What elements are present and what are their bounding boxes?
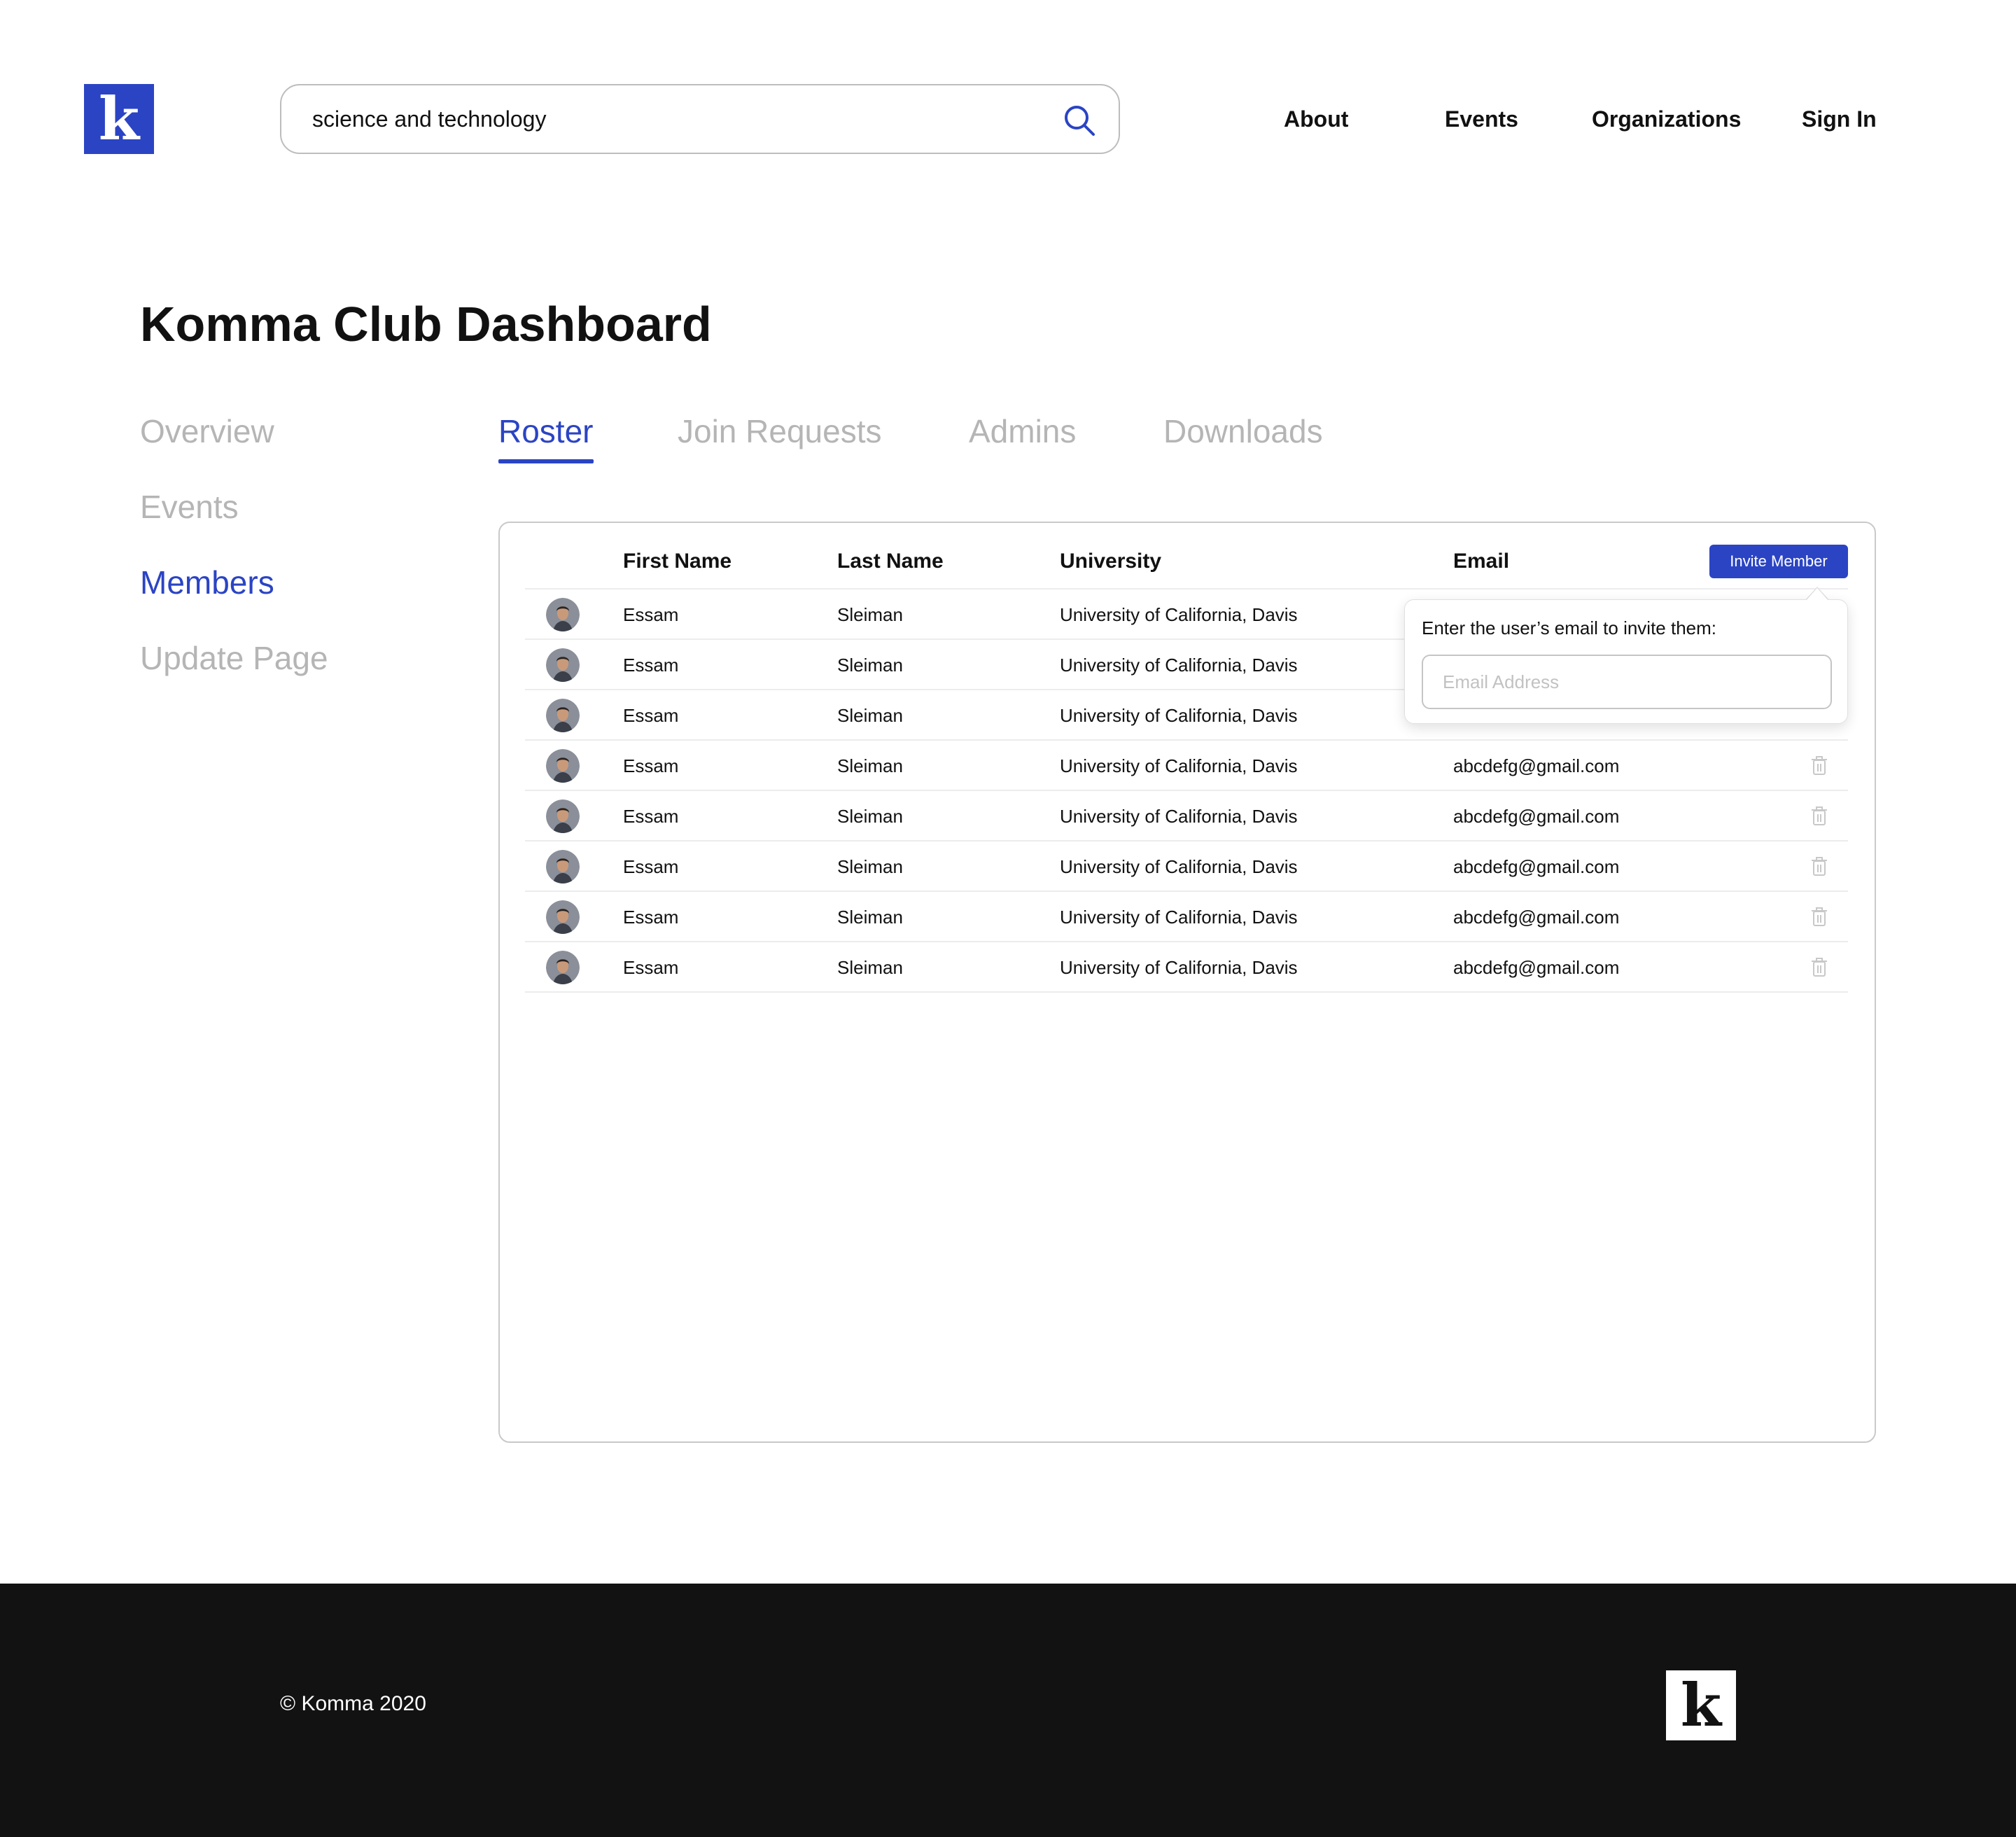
search-icon[interactable] — [1063, 104, 1096, 137]
first-name-cell: Essam — [623, 705, 679, 726]
last-name-cell: Sleiman — [837, 806, 903, 827]
university-cell: University of California, Davis — [1060, 655, 1298, 676]
university-cell: University of California, Davis — [1060, 755, 1298, 776]
nav-events[interactable]: Events — [1445, 105, 1518, 133]
first-name-cell: Essam — [623, 907, 679, 928]
avatar — [546, 951, 580, 984]
email-cell: abcdefg@gmail.com — [1453, 907, 1620, 928]
footer-logo[interactable]: k — [1666, 1670, 1736, 1740]
last-name-cell: Sleiman — [837, 755, 903, 776]
avatar — [546, 749, 580, 783]
row-divider — [525, 991, 1848, 993]
last-name-cell: Sleiman — [837, 655, 903, 676]
column-header-university[interactable]: University — [1060, 547, 1161, 575]
email-cell: abcdefg@gmail.com — [1453, 957, 1620, 978]
last-name-cell: Sleiman — [837, 907, 903, 928]
tab-admins[interactable]: Admins — [969, 410, 1076, 452]
first-name-cell: Essam — [623, 655, 679, 676]
invite-member-button[interactable]: Invite Member — [1709, 545, 1848, 578]
nav-organizations[interactable]: Organizations — [1592, 105, 1741, 133]
avatar — [546, 799, 580, 833]
first-name-cell: Essam — [623, 957, 679, 978]
page-title: Komma Club Dashboard — [140, 297, 712, 351]
first-name-cell: Essam — [623, 604, 679, 625]
popover-caret-fill — [1806, 588, 1828, 601]
column-header-last-name[interactable]: Last Name — [837, 547, 944, 575]
sidebar-item-overview[interactable]: Overview — [140, 410, 274, 452]
column-header-email[interactable]: Email — [1453, 547, 1509, 575]
email-cell: abcdefg@gmail.com — [1453, 856, 1620, 877]
trash-icon[interactable] — [1811, 907, 1828, 927]
last-name-cell: Sleiman — [837, 604, 903, 625]
table-row[interactable]: Essam Sleiman University of California, Da… — [0, 741, 2016, 791]
table-row[interactable]: Essam Sleiman University of California, Da… — [0, 942, 2016, 993]
last-name-cell: Sleiman — [837, 957, 903, 978]
tab-join-requests[interactable]: Join Requests — [678, 410, 882, 452]
invite-prompt: Enter the user’s email to invite them: — [1422, 617, 1717, 638]
trash-icon[interactable] — [1811, 958, 1828, 977]
email-cell: abcdefg@gmail.com — [1453, 755, 1620, 776]
nav-sign-in[interactable]: Sign In — [1802, 105, 1877, 133]
last-name-cell: Sleiman — [837, 705, 903, 726]
active-tab-indicator — [498, 459, 594, 463]
avatar — [546, 648, 580, 682]
avatar — [546, 699, 580, 732]
trash-icon[interactable] — [1811, 806, 1828, 826]
avatar — [546, 850, 580, 883]
university-cell: University of California, Davis — [1060, 705, 1298, 726]
first-name-cell: Essam — [623, 806, 679, 827]
tab-roster[interactable]: Roster — [498, 410, 593, 452]
university-cell: University of California, Davis — [1060, 806, 1298, 827]
avatar — [546, 598, 580, 631]
trash-icon[interactable] — [1811, 857, 1828, 876]
komma-logo[interactable]: k — [84, 84, 154, 154]
email-address-input[interactable] — [1422, 655, 1832, 709]
sidebar-item-events[interactable]: Events — [140, 486, 239, 528]
university-cell: University of California, Davis — [1060, 856, 1298, 877]
column-header-first-name[interactable]: First Name — [623, 547, 732, 575]
last-name-cell: Sleiman — [837, 856, 903, 877]
tab-downloads[interactable]: Downloads — [1163, 410, 1323, 452]
university-cell: University of California, Davis — [1060, 604, 1298, 625]
search-bar[interactable]: science and technology — [280, 84, 1120, 154]
avatar — [546, 900, 580, 934]
first-name-cell: Essam — [623, 755, 679, 776]
page: k science and technology About Events Or… — [0, 0, 2016, 1837]
table-row[interactable]: Essam Sleiman University of California, Da… — [0, 791, 2016, 841]
trash-icon[interactable] — [1811, 756, 1828, 776]
invite-popover: Enter the user’s email to invite them: — [1404, 599, 1848, 724]
first-name-cell: Essam — [623, 856, 679, 877]
table-row[interactable]: Essam Sleiman University of California, Da… — [0, 892, 2016, 942]
university-cell: University of California, Davis — [1060, 957, 1298, 978]
nav-about[interactable]: About — [1284, 105, 1348, 133]
copyright-text: © Komma 2020 — [280, 1692, 426, 1715]
email-cell: abcdefg@gmail.com — [1453, 806, 1620, 827]
university-cell: University of California, Davis — [1060, 907, 1298, 928]
table-row[interactable]: Essam Sleiman University of California, Da… — [0, 841, 2016, 892]
search-input[interactable]: science and technology — [312, 85, 546, 153]
